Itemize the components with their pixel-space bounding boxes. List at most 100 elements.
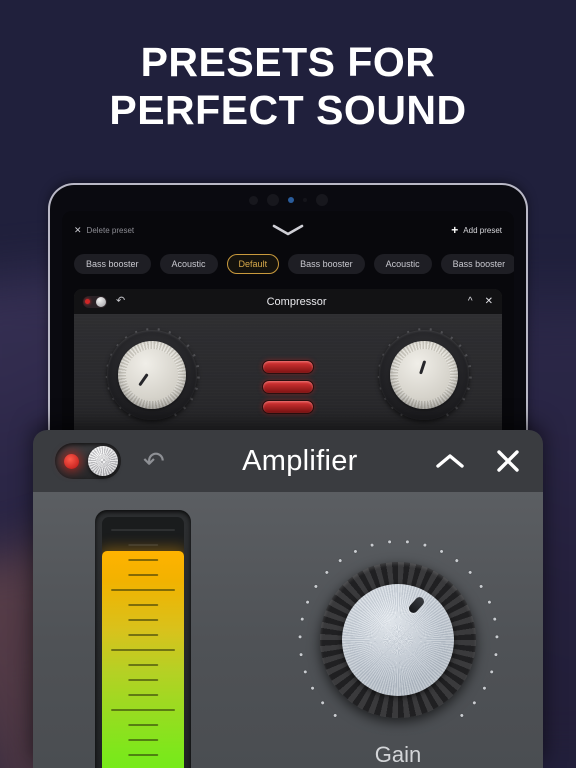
preset-chip-selected[interactable]: Default	[226, 254, 280, 274]
gain-knob-dot	[310, 686, 315, 691]
gain-knob-dot	[439, 549, 444, 554]
vu-meter-ticks	[102, 517, 184, 768]
compressor-knob-right[interactable]	[378, 328, 473, 420]
headline-line-2: PERFECT SOUND	[109, 87, 467, 133]
proximity-sensor-dot	[302, 198, 307, 202]
toggle-knob-icon	[88, 446, 118, 476]
vu-meter-tick	[128, 574, 158, 576]
gain-knob-dot	[405, 540, 409, 544]
vu-meter-tick	[128, 544, 158, 546]
gain-knob-dot	[494, 635, 498, 639]
amplifier-header: ↶ Amplifier	[33, 430, 543, 492]
gain-knob-dot	[298, 635, 302, 639]
gain-knob-column: Gain	[253, 492, 543, 768]
compressor-header: ↶ Compressor ^ ✕	[74, 289, 502, 314]
knob-inner-face	[125, 349, 178, 401]
add-preset-label: Add preset	[463, 225, 502, 235]
chevron-up-icon[interactable]	[435, 452, 465, 470]
light-sensor-dot	[287, 197, 294, 203]
chevron-down-icon	[272, 224, 304, 236]
close-x-icon[interactable]	[495, 448, 521, 474]
toggle-knob-icon	[96, 296, 106, 307]
close-x-icon[interactable]: ✕	[485, 296, 493, 307]
gain-knob-dot	[299, 617, 304, 621]
gain-knob-dot	[478, 584, 483, 589]
panel-collapse-handle[interactable]	[271, 223, 305, 237]
amplifier-header-icons	[435, 448, 521, 474]
amplifier-body: Gain	[33, 492, 543, 768]
gain-label: Gain	[374, 742, 422, 767]
gain-knob-dot	[481, 686, 486, 691]
gain-knob-dot	[298, 652, 303, 657]
headline-line-1: PRESETS FOR	[140, 39, 436, 85]
delete-preset-button[interactable]: ✕ Delete preset	[74, 224, 135, 235]
gain-knob-dot	[422, 543, 427, 547]
gain-knob-dot	[489, 669, 494, 674]
compressor-power-toggle[interactable]	[83, 295, 107, 308]
compressor-knob-left[interactable]	[105, 328, 200, 420]
vu-meter-tick	[128, 604, 158, 606]
chevron-up-icon[interactable]: ^	[468, 296, 473, 307]
front-camera-lens	[266, 194, 279, 206]
gain-knob-dot	[454, 558, 459, 563]
gain-knob-dot	[492, 617, 497, 621]
compressor-header-icons: ^ ✕	[468, 296, 493, 307]
tablet-sensor-array	[50, 194, 526, 206]
gain-knob-dot	[302, 669, 307, 674]
preset-chip[interactable]: Bass booster	[288, 254, 365, 274]
delete-preset-label: Delete preset	[86, 225, 135, 235]
gain-knob-dot	[387, 540, 391, 544]
vu-meter-tick	[111, 589, 175, 591]
knob-inner-face	[398, 349, 451, 401]
vu-meter-column	[33, 492, 253, 768]
preset-chip[interactable]: Acoustic	[159, 254, 218, 274]
gain-knob-dot	[369, 543, 374, 547]
amplifier-title: Amplifier	[242, 444, 358, 477]
compressor-led-meter	[261, 330, 314, 414]
led-bar	[261, 360, 314, 374]
add-preset-button[interactable]: + Add preset	[451, 224, 502, 236]
vu-meter-tick	[128, 754, 158, 756]
vu-meter-tick	[128, 694, 158, 696]
gain-knob-dot	[305, 600, 310, 605]
gain-knob-dot	[352, 549, 357, 554]
vu-meter-inner	[102, 517, 184, 768]
undo-arrow-icon[interactable]: ↶	[143, 448, 165, 474]
undo-arrow-icon[interactable]: ↶	[116, 296, 125, 307]
vu-meter-tick	[111, 709, 175, 711]
gain-knob-dot	[486, 600, 491, 605]
compressor-title: Compressor	[266, 295, 327, 308]
camera-sensor-dot	[248, 195, 258, 205]
led-bar	[261, 380, 314, 394]
gain-knob-dot	[320, 700, 325, 705]
vu-meter-tick	[111, 529, 175, 531]
preset-chip-list: Bass booster Acoustic Default Bass boost…	[62, 249, 514, 279]
vu-meter-tick	[128, 739, 158, 741]
gain-knob-dot	[467, 570, 472, 575]
led-bar	[261, 400, 314, 414]
gain-knob-brushed-face	[342, 584, 454, 696]
power-led-icon	[85, 299, 90, 304]
gain-knob-dot	[493, 652, 498, 657]
vu-meter-tick	[128, 634, 158, 636]
gain-knob[interactable]	[298, 540, 498, 726]
preset-chip[interactable]: Bass booster	[74, 254, 151, 274]
vu-meter-tick	[128, 724, 158, 726]
plus-icon: +	[451, 223, 459, 237]
gain-knob-dot	[471, 700, 476, 705]
gain-knob-dot	[337, 558, 342, 563]
preset-toolbar: ✕ Delete preset + Add preset	[62, 211, 514, 249]
amplifier-power-toggle[interactable]	[55, 443, 121, 479]
vu-meter-tick	[128, 664, 158, 666]
power-led-icon	[64, 453, 79, 469]
close-x-icon: ✕	[74, 224, 82, 235]
vu-meter-tick	[111, 649, 175, 651]
vu-meter-tick	[128, 559, 158, 561]
gain-knob-dot	[313, 584, 318, 589]
preset-chip[interactable]: Acoustic	[373, 254, 432, 274]
vu-meter-tick	[128, 619, 158, 621]
speaker-sensor-dot	[315, 194, 328, 206]
gain-knob-dot	[324, 570, 329, 575]
gain-knob-dot	[332, 713, 337, 718]
preset-chip[interactable]: Bass booster	[440, 254, 514, 274]
